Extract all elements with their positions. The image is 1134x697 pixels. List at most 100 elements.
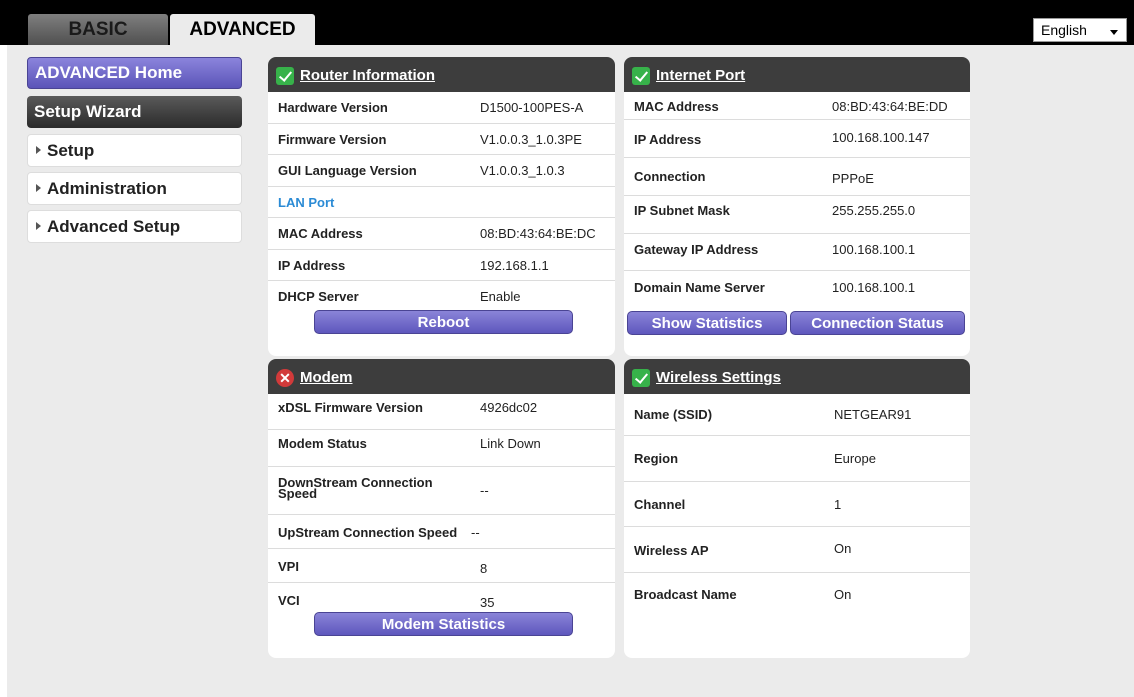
row-label: Domain Name Server — [634, 280, 765, 295]
row-label: IP Address — [278, 257, 346, 273]
table-row: IP Address 100.168.100.147 — [624, 120, 970, 158]
table-row: UpStream Connection Speed -- — [268, 515, 615, 549]
check-icon — [276, 67, 294, 85]
sidebar-item-label: Setup — [47, 141, 95, 160]
row-label: VCI — [278, 593, 300, 608]
row-label: Gateway IP Address — [634, 242, 759, 257]
row-value: 08:BD:43:64:BE:DC — [480, 226, 596, 241]
table-row: DownStream Connection Speed -- — [268, 467, 615, 515]
wireless-settings-panel: Wireless Settings Name (SSID) NETGEAR91 R… — [624, 359, 970, 658]
table-row: Gateway IP Address 100.168.100.1 — [624, 234, 970, 271]
table-row: Modem Status Link Down — [268, 430, 615, 467]
table-row: Hardware Version D1500-100PES-A — [268, 92, 615, 124]
row-value: V1.0.0.3_1.0.3PE — [480, 131, 582, 147]
sidebar-item-label: Advanced Setup — [47, 217, 181, 236]
internet-port-panel: Internet Port MAC Address 08:BD:43:64:BE:… — [624, 57, 970, 356]
row-label: Channel — [634, 497, 686, 512]
modem-statistics-button[interactable]: Modem Statistics — [314, 612, 573, 636]
row-label: xDSL Firmware Version — [278, 400, 423, 415]
row-label: DHCP Server — [278, 289, 359, 304]
row-value: -- — [480, 483, 489, 498]
language-select[interactable]: English — [1033, 18, 1127, 42]
row-value: 8 — [480, 561, 488, 576]
panel-header: Wireless Settings — [624, 359, 970, 394]
table-row: Firmware Version V1.0.0.3_1.0.3PE — [268, 124, 615, 155]
row-value: Europe — [834, 451, 876, 466]
row-value: 1 — [834, 497, 842, 512]
wireless-settings-link[interactable]: Wireless Settings — [656, 369, 781, 386]
sidebar-item-setup[interactable]: Setup — [27, 134, 242, 167]
table-row: IP Subnet Mask 255.255.255.0 — [624, 196, 970, 234]
table-row: VCI 35 — [268, 583, 615, 610]
table-row: Channel 1 — [624, 482, 970, 527]
row-label: IP Subnet Mask — [634, 203, 730, 218]
top-bar: BASIC ADVANCED English — [0, 0, 1134, 46]
show-statistics-button[interactable]: Show Statistics — [627, 311, 787, 335]
table-row: Region Europe — [624, 436, 970, 482]
table-row: MAC Address 08:BD:43:64:BE:DC — [268, 218, 615, 250]
sidebar-item-advanced-home[interactable]: ADVANCED Home — [27, 57, 242, 89]
row-value: V1.0.0.3_1.0.3 — [480, 163, 565, 178]
reboot-button[interactable]: Reboot — [314, 310, 573, 334]
sidebar-item-advanced-setup[interactable]: Advanced Setup — [27, 210, 242, 243]
table-row: Name (SSID) NETGEAR91 — [624, 394, 970, 436]
row-label: IP Address — [634, 132, 702, 147]
language-select-value: English — [1041, 22, 1087, 38]
internet-port-link[interactable]: Internet Port — [656, 67, 745, 84]
modem-link[interactable]: Modem — [300, 369, 353, 386]
row-label: MAC Address — [278, 226, 363, 241]
table-row: Broadcast Name On — [624, 573, 970, 613]
row-value: 192.168.1.1 — [480, 257, 549, 273]
row-label: Name (SSID) — [634, 407, 713, 422]
connection-status-button[interactable]: Connection Status — [790, 311, 965, 335]
row-value: On — [834, 541, 852, 556]
table-row: xDSL Firmware Version 4926dc02 — [268, 394, 615, 430]
panel-header: Internet Port — [624, 57, 970, 92]
table-row: LAN Port — [268, 187, 615, 218]
router-information-link[interactable]: Router Information — [300, 67, 435, 84]
row-label: Connection — [634, 169, 706, 184]
row-value: 35 — [480, 595, 495, 610]
panel-header: ✕ Modem — [268, 359, 615, 394]
check-icon — [632, 369, 650, 387]
expand-arrow-icon — [36, 145, 41, 154]
row-label: VPI — [278, 559, 299, 574]
tab-advanced[interactable]: ADVANCED — [170, 14, 315, 46]
section-label: LAN Port — [278, 194, 335, 210]
row-value: NETGEAR91 — [834, 407, 912, 422]
check-icon — [632, 67, 650, 85]
row-label: Modem Status — [278, 436, 367, 451]
tab-basic[interactable]: BASIC — [28, 14, 168, 46]
row-label: GUI Language Version — [278, 163, 417, 178]
row-label: Region — [634, 451, 679, 466]
row-value: On — [834, 587, 852, 602]
sidebar-item-setup-wizard[interactable]: Setup Wizard — [27, 96, 242, 128]
expand-arrow-icon — [36, 221, 41, 230]
table-row: GUI Language Version V1.0.0.3_1.0.3 — [268, 155, 615, 187]
row-value: 100.168.100.147 — [832, 130, 930, 145]
row-value: Enable — [480, 289, 521, 304]
error-icon: ✕ — [276, 369, 294, 387]
row-label: Wireless AP — [634, 543, 709, 558]
row-label: MAC Address — [634, 99, 719, 114]
row-label: Broadcast Name — [634, 587, 737, 602]
row-value: 100.168.100.1 — [832, 242, 916, 257]
modem-panel: ✕ Modem xDSL Firmware Version 4926dc02 Mo… — [268, 359, 615, 658]
row-value: PPPoE — [832, 171, 874, 186]
row-label: Firmware Version — [278, 131, 387, 147]
row-value: Link Down — [480, 436, 541, 451]
table-row: Connection PPPoE — [624, 158, 970, 196]
table-row: Wireless AP On — [624, 527, 970, 573]
row-label: DownStream Connection Speed — [278, 475, 433, 501]
row-value: -- — [471, 525, 480, 540]
row-value: D1500-100PES-A — [480, 100, 584, 115]
row-value: 255.255.255.0 — [832, 203, 916, 218]
sidebar-item-administration[interactable]: Administration — [27, 172, 242, 205]
table-row: Domain Name Server 100.168.100.1 — [624, 271, 970, 301]
sidebar-item-label: Administration — [47, 179, 167, 198]
row-label: UpStream Connection Speed — [278, 525, 458, 540]
row-value: 08:BD:43:64:BE:DD — [832, 99, 948, 114]
row-label: Hardware Version — [278, 100, 388, 115]
row-value: 100.168.100.1 — [832, 280, 916, 295]
panel-header: Router Information — [268, 57, 615, 92]
